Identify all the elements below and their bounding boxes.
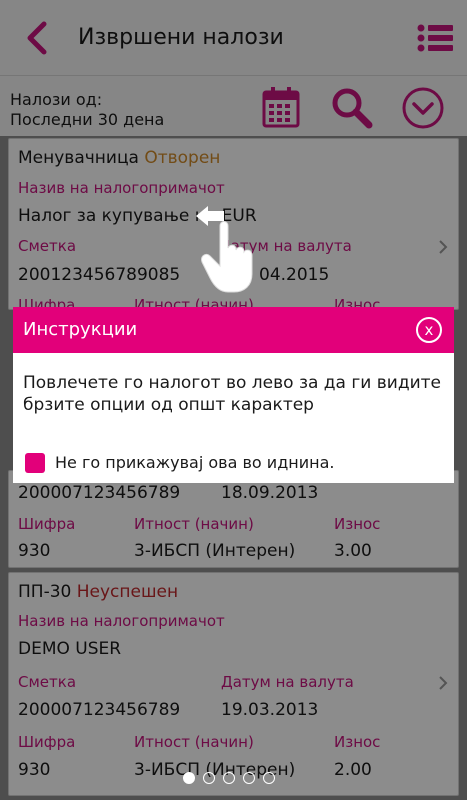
dont-show-again-label[interactable]: Не го прикажувај ова во иднина. — [55, 453, 334, 472]
page-dot[interactable] — [243, 772, 255, 784]
page-indicator — [183, 772, 283, 788]
dont-show-again-checkbox[interactable] — [25, 453, 45, 473]
swipe-hand-icon — [196, 206, 253, 293]
close-icon[interactable]: x — [416, 317, 442, 343]
page-dot[interactable] — [263, 772, 275, 784]
dialog-header: Инструкции x — [13, 307, 454, 353]
page-dot[interactable] — [203, 772, 215, 784]
dialog-title: Инструкции — [23, 319, 138, 340]
instructions-dialog: Инструкции x Повлечете го налогот во лев… — [13, 307, 454, 483]
dialog-message: Повлечете го налогот во лево за да ги ви… — [23, 373, 441, 415]
page-dot[interactable] — [183, 772, 195, 784]
page-dot[interactable] — [223, 772, 235, 784]
